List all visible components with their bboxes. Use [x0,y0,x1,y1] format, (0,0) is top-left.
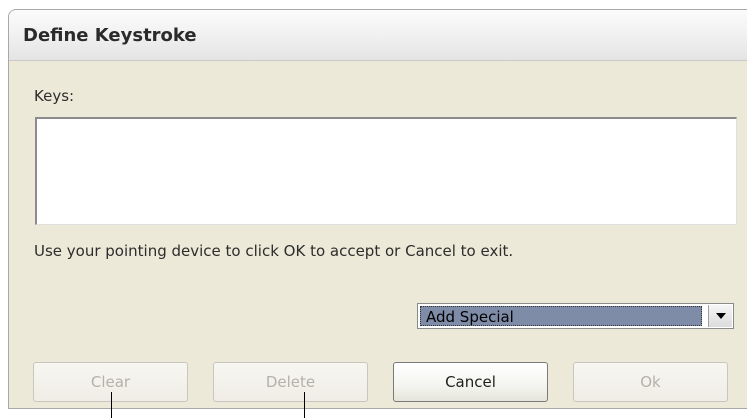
add-special-selected-value: Add Special [420,306,702,326]
keys-input[interactable] [35,117,737,225]
instruction-text: Use your pointing device to click OK to … [34,242,514,260]
define-keystroke-dialog: Define Keystroke Keys: Use your pointing… [8,9,747,409]
cancel-button[interactable]: Cancel [393,362,548,402]
dialog-title: Define Keystroke [23,25,197,46]
chevron-down-icon[interactable] [708,305,732,327]
keys-label: Keys: [34,87,75,105]
clear-callout-line [111,392,112,418]
add-special-dropdown[interactable]: Add Special [417,303,734,329]
title-bar[interactable]: Define Keystroke [9,10,747,61]
screen: Define Keystroke Keys: Use your pointing… [0,0,747,418]
delete-button[interactable]: Delete [213,362,368,402]
delete-callout-line [304,392,305,418]
ok-button[interactable]: Ok [573,362,728,402]
